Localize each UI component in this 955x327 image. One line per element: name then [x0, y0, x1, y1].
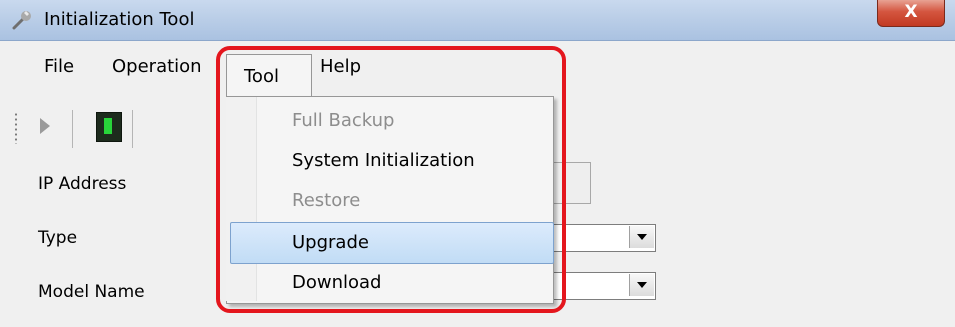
- wrench-icon: [12, 11, 31, 30]
- annotation-box: [216, 46, 566, 313]
- toolbar-separator: [132, 110, 133, 148]
- menu-file[interactable]: File: [44, 56, 74, 77]
- app-window: Initialization Tool X File Operation Hel…: [0, 0, 955, 327]
- menu-operation[interactable]: Operation: [112, 56, 202, 77]
- play-icon[interactable]: [40, 118, 50, 134]
- model-name-label: Model Name: [38, 282, 145, 302]
- type-label: Type: [38, 228, 78, 248]
- chevron-down-icon[interactable]: [629, 274, 654, 296]
- toolbar-grip[interactable]: [14, 112, 18, 144]
- device-icon[interactable]: [96, 112, 122, 142]
- toolbar-separator: [72, 110, 73, 148]
- close-button[interactable]: X: [877, 0, 945, 27]
- window-title: Initialization Tool: [44, 9, 195, 30]
- chevron-down-icon[interactable]: [629, 226, 654, 248]
- title-bar[interactable]: Initialization Tool X: [0, 0, 955, 41]
- ip-address-label: IP Address: [38, 174, 127, 194]
